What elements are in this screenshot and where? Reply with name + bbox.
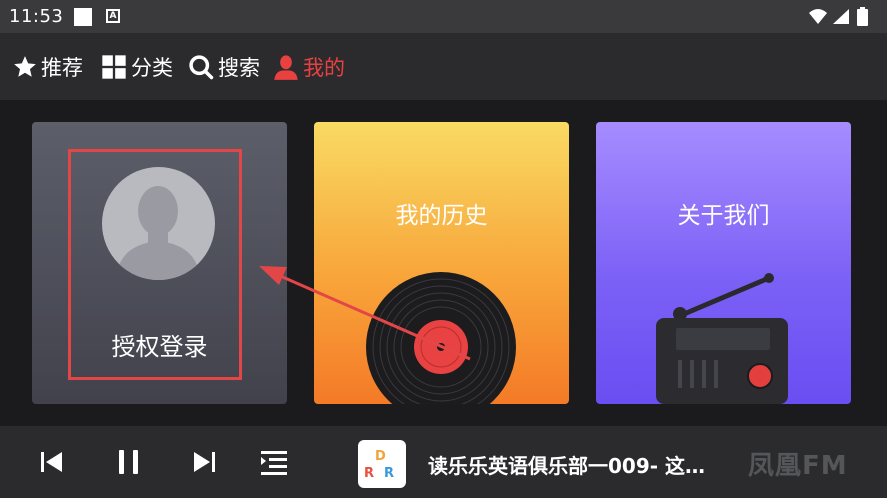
brand-logo: 凤凰FM [748, 451, 848, 481]
nav-item-recommend[interactable]: 推荐 [12, 52, 83, 82]
login-card[interactable]: 授权登录 [32, 122, 287, 404]
previous-icon[interactable] [36, 446, 68, 478]
notification-square-icon [74, 8, 92, 26]
status-time: 11:53 [9, 6, 64, 27]
user-icon [274, 55, 298, 80]
nav-item-category[interactable]: 分类 [100, 52, 173, 82]
about-title: 关于我们 [677, 203, 770, 229]
nav-item-search[interactable]: 搜索 [187, 52, 260, 82]
status-icons [807, 6, 877, 32]
nav-item-label: 分类 [131, 56, 173, 80]
notification-a-icon: A [106, 9, 120, 23]
track-title[interactable]: 读乐乐英语俱乐部一009- 这… [428, 450, 728, 479]
signal-icon [833, 9, 849, 24]
nav-item-mine[interactable]: 我的 [272, 52, 345, 82]
wifi-icon [809, 9, 827, 24]
history-title: 我的历史 [395, 203, 488, 229]
svg-text:D: D [375, 449, 386, 464]
highlight-box [68, 149, 242, 380]
star-icon [14, 56, 36, 77]
drr-logo: D R R [364, 449, 394, 481]
grid-icon [102, 55, 126, 79]
pause-icon[interactable] [113, 446, 145, 478]
radio-icon [656, 273, 788, 404]
svg-text:R: R [364, 466, 374, 481]
player-bar: D R R 读乐乐英语俱乐部一009- 这… 凤凰FM [0, 426, 887, 498]
history-card[interactable]: 我的历史 [314, 122, 569, 404]
svg-text:R: R [384, 466, 394, 481]
search-icon [189, 55, 214, 80]
app-root: 11:53 A 推荐 分类 搜索 我的 授权登录 我的历史 关于我们 D R R… [0, 0, 887, 498]
nav-item-label: 搜索 [218, 56, 260, 80]
status-bar: 11:53 A [0, 0, 887, 33]
top-nav: 推荐 分类 搜索 我的 [0, 33, 887, 100]
about-card[interactable]: 关于我们 [596, 122, 851, 404]
vinyl-record-icon [366, 272, 516, 404]
next-icon[interactable] [188, 446, 220, 478]
nav-item-label: 我的 [303, 56, 345, 80]
nav-item-label: 推荐 [41, 56, 83, 80]
playlist-icon[interactable] [258, 446, 290, 478]
track-thumbnail[interactable]: D R R [358, 440, 406, 488]
content-area: 授权登录 我的历史 关于我们 [0, 100, 887, 426]
battery-icon [857, 7, 868, 26]
